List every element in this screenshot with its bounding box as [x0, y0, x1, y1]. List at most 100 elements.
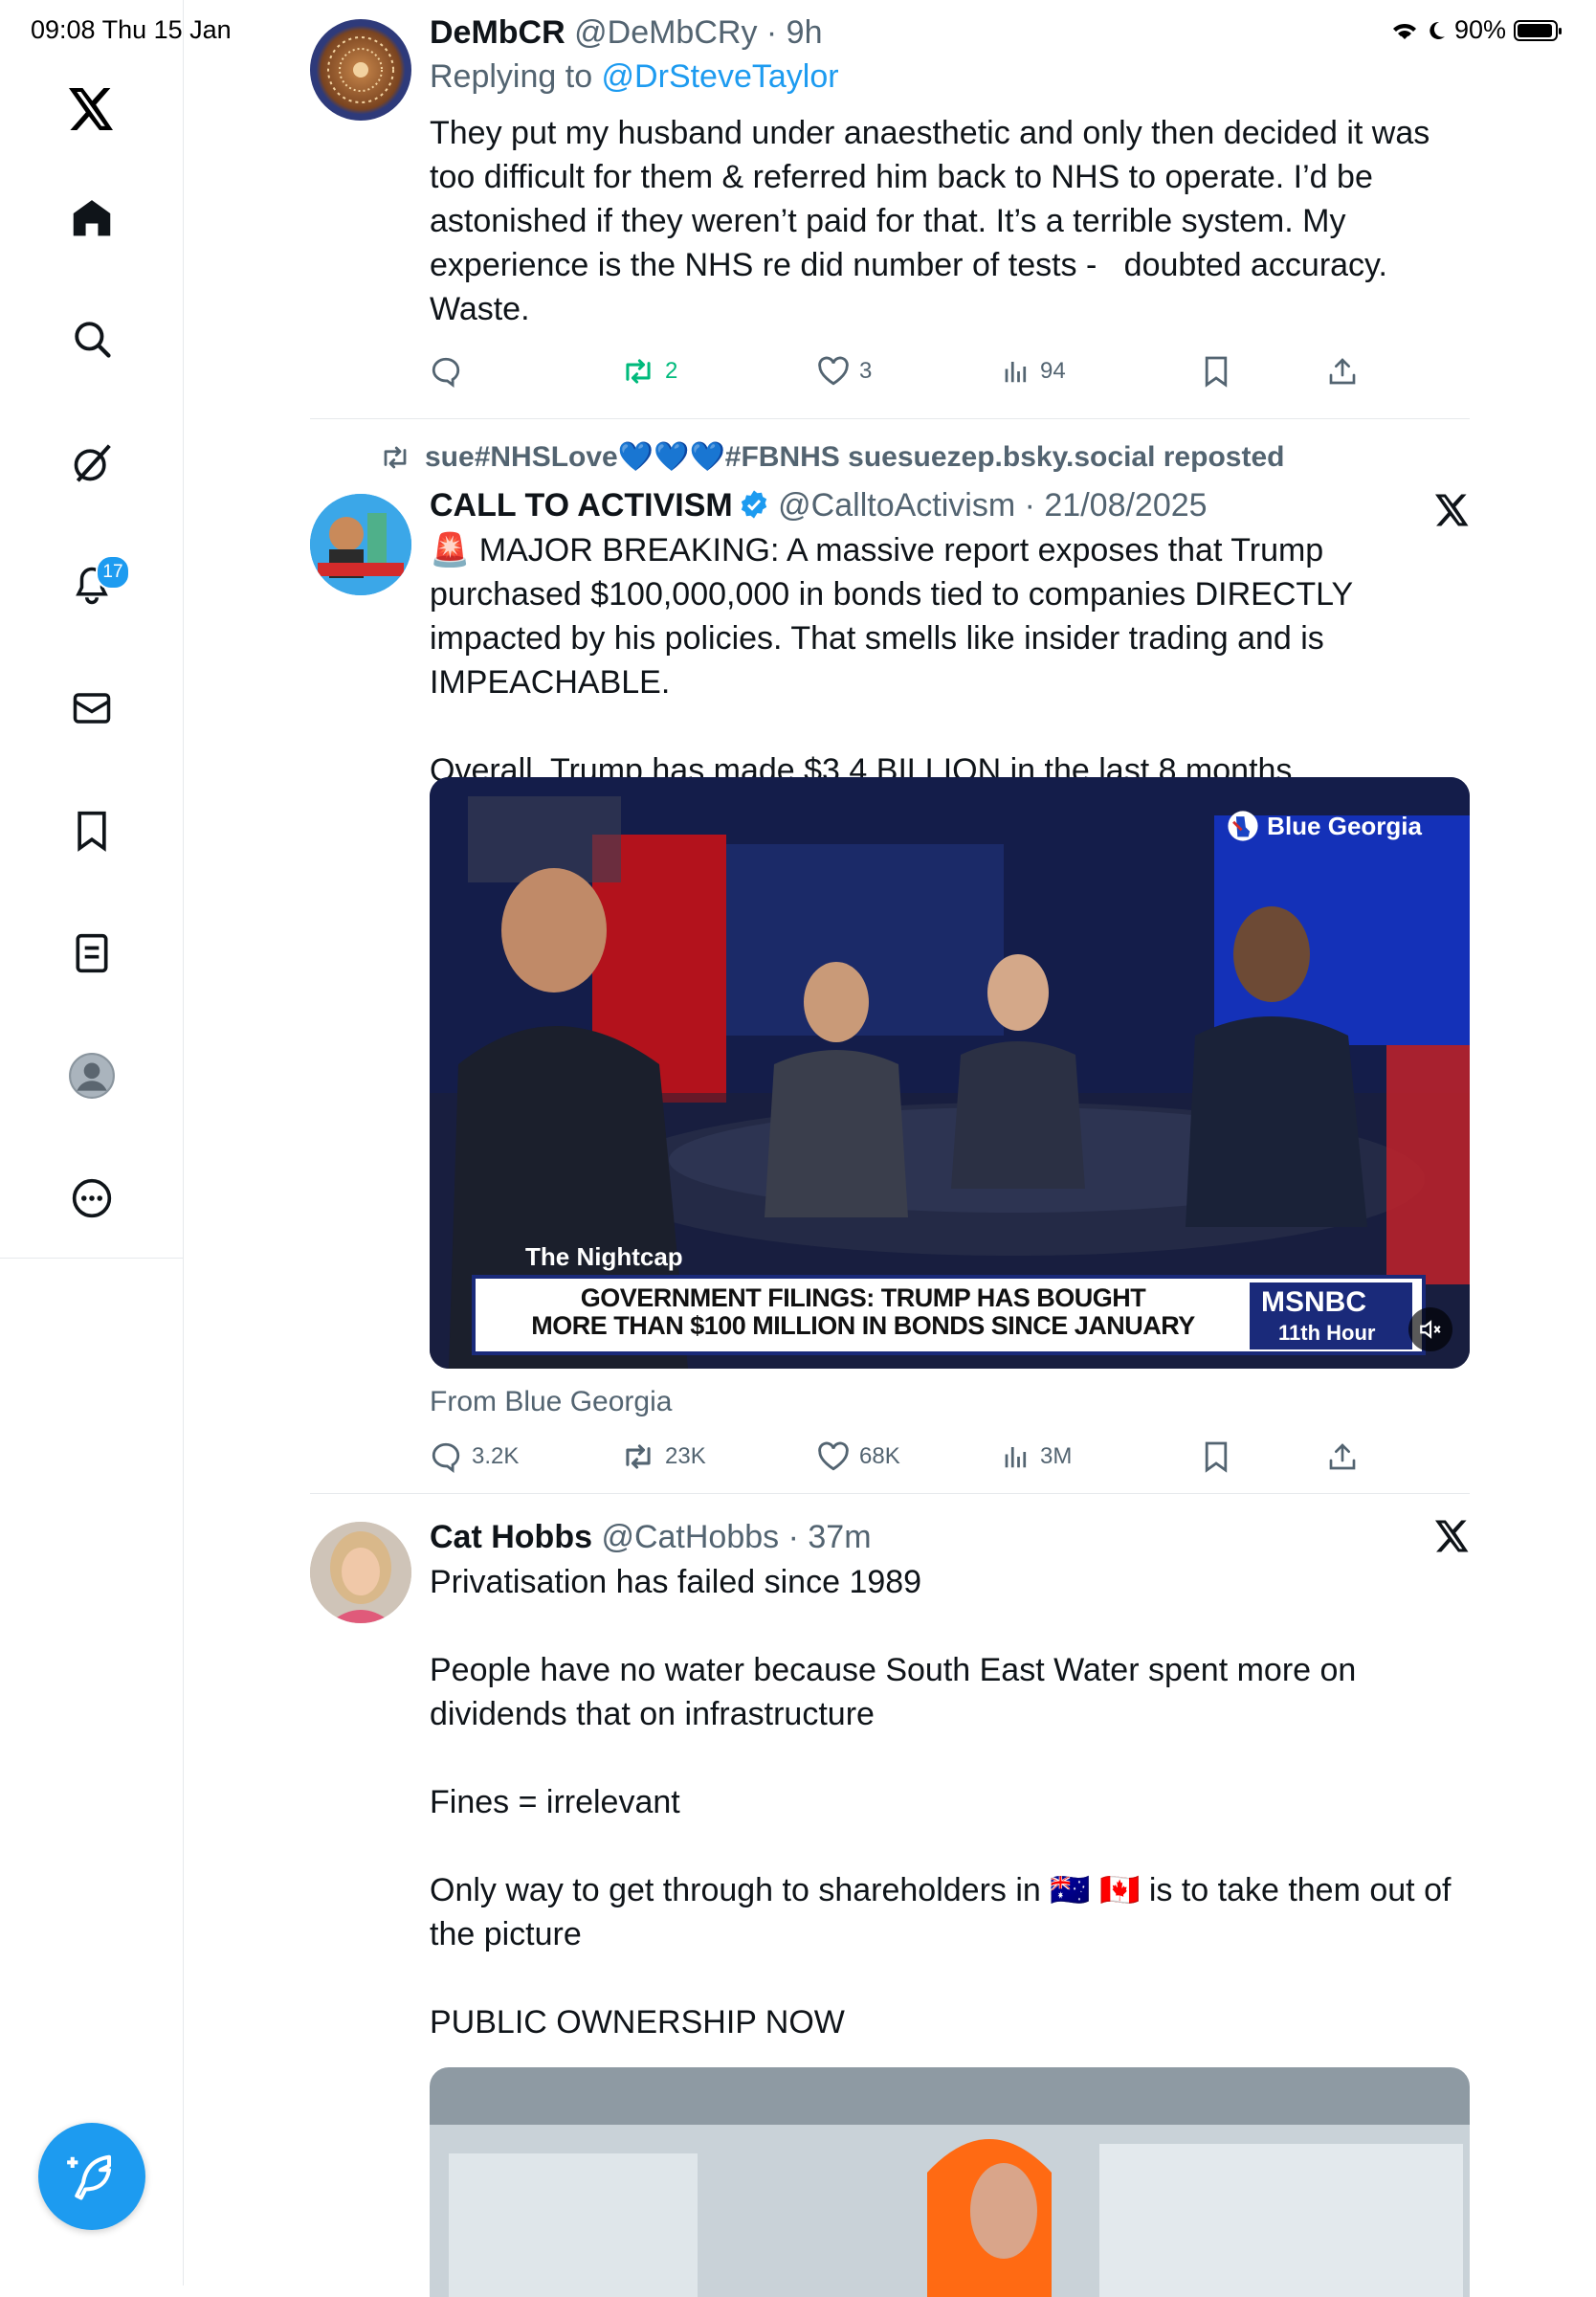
sidebar-item-notifications[interactable]: 17 — [57, 551, 130, 620]
views-icon — [1005, 362, 1027, 383]
video-attribution[interactable]: From Blue Georgia — [430, 1386, 672, 1418]
views-button[interactable]: 3M — [1002, 1438, 1072, 1476]
sidebar-item-home[interactable] — [57, 184, 126, 253]
user-handle[interactable]: @CatHobbs — [601, 1519, 779, 1555]
timestamp[interactable]: · 21/08/2025 — [1025, 487, 1208, 524]
chyron-line-2: MORE THAN $100 MILLION IN BONDS SINCE JA… — [531, 1311, 1195, 1340]
network-logo: MSNBC 11th Hour — [1250, 1282, 1412, 1349]
repost-button[interactable]: 23K — [621, 1438, 706, 1476]
tweet-cat-hobbs[interactable]: Cat Hobbs @CatHobbs · 37m Privatisation … — [310, 1512, 1470, 2297]
share-button[interactable] — [1327, 1438, 1358, 1476]
sidebar-item-more[interactable] — [57, 1164, 126, 1233]
divider — [310, 418, 1470, 419]
heart-icon — [818, 1441, 849, 1471]
share-icon — [1329, 1443, 1356, 1470]
divider — [310, 1493, 1470, 1494]
source-watermark: Blue Georgia — [1227, 810, 1422, 842]
avatar[interactable] — [310, 494, 411, 595]
bookmark-button[interactable] — [1203, 1438, 1230, 1476]
compose-post-button[interactable] — [38, 2123, 145, 2230]
mute-button[interactable] — [1408, 1307, 1452, 1351]
views-button[interactable]: 94 — [1002, 352, 1066, 390]
repost-count: 23K — [665, 1443, 706, 1469]
blue-georgia-logo-icon — [1228, 811, 1258, 841]
like-button[interactable]: 3 — [817, 352, 872, 390]
muted-speaker-icon — [1420, 1320, 1441, 1339]
avatar[interactable] — [310, 1522, 411, 1623]
home-icon — [73, 200, 111, 236]
avatar[interactable] — [310, 19, 411, 121]
tweet-text: Privatisation has failed since 1989 Peop… — [430, 1564, 1452, 2041]
timestamp[interactable]: · 9h — [766, 14, 823, 51]
share-button[interactable] — [1327, 352, 1358, 390]
video-player[interactable]: Blue Georgia The Nightcap GOVERNMENT FIL… — [430, 777, 1470, 1369]
share-icon — [1329, 358, 1356, 385]
display-name[interactable]: CALL TO ACTIVISM — [430, 487, 733, 524]
tweet-actions: 3.2K 23K 68K 3M — [430, 1438, 1367, 1476]
call-to-activism-avatar-image — [310, 494, 411, 595]
replying-to: Replying to @DrSteveTaylor — [430, 56, 1470, 98]
verified-badge-icon — [741, 490, 766, 519]
sidebar-item-lists[interactable] — [57, 919, 126, 988]
tweet-header: CALL TO ACTIVISM @CalltoActivism · 21/08… — [430, 484, 1470, 526]
reply-button[interactable] — [430, 352, 462, 390]
search-icon — [75, 322, 111, 358]
sidebar-item-grok[interactable] — [57, 429, 126, 498]
like-count: 68K — [859, 1443, 900, 1469]
tweet-text: 🚨 MAJOR BREAKING: A massive report expos… — [430, 532, 1353, 789]
bookmark-icon — [78, 811, 106, 852]
views-count: 3M — [1040, 1443, 1073, 1469]
bookmark-button[interactable] — [1203, 352, 1230, 390]
tweet-header: DeMbCR @DeMbCRy · 9h — [430, 11, 1470, 54]
x-logo-icon — [69, 88, 113, 130]
tweet-dembcr[interactable]: DeMbCR @DeMbCRy · 9h Replying to @DrStev… — [310, 0, 1470, 421]
bookmark-icon — [1205, 356, 1228, 388]
sidebar-item-explore[interactable] — [57, 304, 126, 373]
repost-icon — [626, 359, 651, 384]
x-logo-icon[interactable] — [1435, 1520, 1470, 1552]
tweet-image[interactable] — [430, 2067, 1470, 2297]
bookmark-icon — [1205, 1441, 1228, 1473]
chyron-headline: GOVERNMENT FILINGS: TRUMP HAS BOUGHT MOR… — [495, 1284, 1231, 1340]
tweet-header: Cat Hobbs @CatHobbs · 37m — [430, 1516, 1470, 1558]
user-handle[interactable]: @CalltoActivism — [778, 487, 1015, 524]
grok-icon — [74, 444, 111, 482]
news-chyron: GOVERNMENT FILINGS: TRUMP HAS BOUGHT MOR… — [472, 1275, 1426, 1355]
replying-to-link[interactable]: @DrSteveTaylor — [602, 58, 839, 95]
repost-icon — [384, 446, 407, 468]
user-handle[interactable]: @DeMbCRy — [574, 14, 757, 51]
sidebar-item-bookmarks[interactable] — [57, 796, 126, 865]
repost-context: sue#NHSLove💙💙💙#FBNHS suesuezep.bsky.soci… — [379, 440, 1284, 474]
reply-button[interactable]: 3.2K — [430, 1438, 519, 1476]
show-name: The Nightcap — [525, 1242, 683, 1271]
repost-button[interactable]: 2 — [621, 352, 677, 390]
lists-icon — [76, 933, 108, 973]
tweet-call-to-activism[interactable]: sue#NHSLove💙💙💙#FBNHS suesuezep.bsky.soci… — [310, 440, 1470, 1493]
cat-hobbs-avatar-image — [310, 1522, 411, 1623]
reply-count: 3.2K — [472, 1443, 520, 1469]
x-logo-icon[interactable] — [1435, 494, 1470, 526]
like-button[interactable]: 68K — [817, 1438, 900, 1476]
tweet-text: They put my husband under anaesthetic an… — [430, 115, 1439, 327]
chyron-line-1: GOVERNMENT FILINGS: TRUMP HAS BOUGHT — [580, 1283, 1146, 1312]
program-name: 11th Hour — [1278, 1321, 1376, 1345]
display-name[interactable]: DeMbCR — [430, 14, 565, 51]
sidebar-item-messages[interactable] — [57, 674, 126, 743]
views-count: 94 — [1040, 358, 1066, 384]
battery-icon — [1514, 19, 1562, 41]
timestamp[interactable]: · 37m — [788, 1519, 872, 1555]
repost-count: 2 — [665, 358, 678, 384]
like-count: 3 — [859, 358, 873, 384]
heart-icon — [818, 356, 849, 386]
reply-icon — [432, 357, 460, 388]
notification-badge: 17 — [96, 555, 130, 590]
reposted-by[interactable]: sue#NHSLove💙💙💙#FBNHS suesuezep.bsky.soci… — [425, 440, 1284, 474]
views-icon — [1005, 1447, 1027, 1468]
water-bottles-photo-image — [430, 2067, 1470, 2297]
sidebar-item-profile[interactable] — [57, 1041, 126, 1110]
x-logo[interactable] — [57, 75, 126, 144]
source-tag-text: Blue Georgia — [1267, 811, 1422, 840]
tweet-actions: 2 3 94 — [430, 352, 1367, 390]
video-frame: Blue Georgia The Nightcap GOVERNMENT FIL… — [430, 777, 1470, 1369]
display-name[interactable]: Cat Hobbs — [430, 1519, 592, 1555]
